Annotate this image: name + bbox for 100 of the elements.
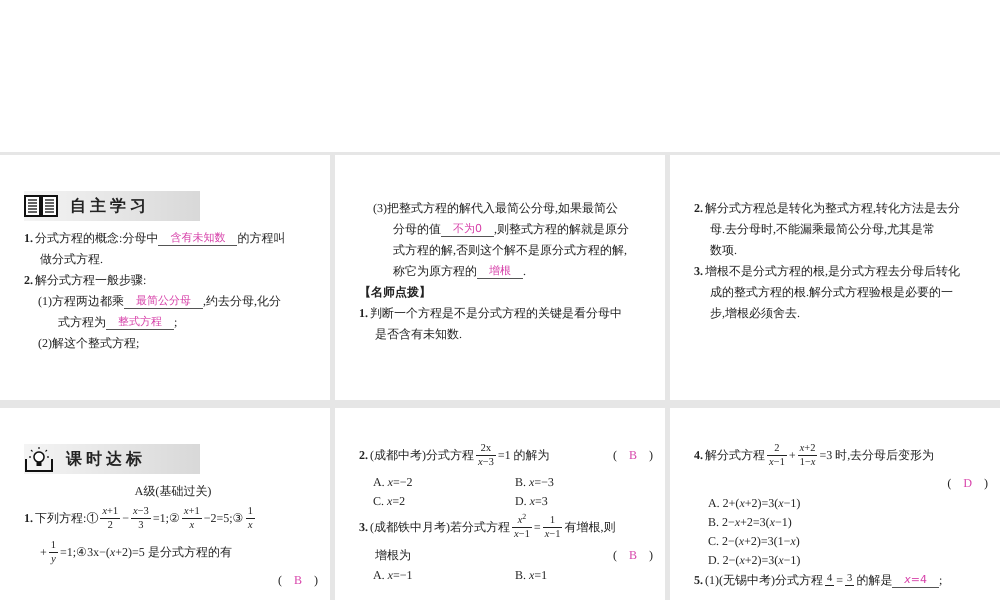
body-text: 解分式方程一般步骤:	[35, 272, 146, 288]
answer-letter: B	[628, 546, 638, 564]
body-text: (1)(无锡中考)分式方程	[705, 572, 823, 588]
body-text: 数项.	[710, 242, 737, 258]
body-text: 做分式方程.	[40, 250, 103, 268]
answer-blank: 含有未知数	[158, 230, 238, 246]
item-number: 1.	[24, 510, 33, 527]
body-text: =3 时,去分母后变形为	[819, 447, 934, 464]
option-text: B. x=−3	[515, 474, 555, 490]
item-number: 4.	[694, 447, 703, 464]
fraction: x+2 1−x	[798, 442, 818, 468]
body-text: 的解是	[856, 572, 892, 588]
answer-blank: 不为0	[441, 220, 494, 236]
item-number: 1.	[359, 304, 368, 322]
body-text: 称它为原方程的	[393, 262, 477, 280]
section-label: 【名师点拨】	[359, 284, 431, 300]
item-number: 1.	[24, 230, 33, 246]
body-text: (成都中考)分式方程	[370, 447, 474, 464]
fraction: x−3 3	[130, 504, 151, 532]
fraction: 1 x	[246, 504, 255, 532]
body-text: −	[122, 510, 129, 527]
body-text: ;	[174, 314, 178, 330]
body-text: −2=5;③	[204, 510, 244, 527]
fraction: 1 x−1	[542, 514, 562, 540]
section-title: 自主学习	[69, 195, 150, 217]
body-text: 成的整式方程的根.解分式方程验根是必要的一	[710, 284, 953, 300]
item-number: 3.	[359, 519, 368, 536]
body-text: +	[788, 447, 796, 464]
body-text: 判断一个方程是不是分式方程的关键是看分母中	[370, 304, 622, 322]
slide-thumbnail[interactable]: (3)把整式方程的解代入最简公分母,如果最简公 分母的值 不为0 ,则整式方程的解就是原分 式方程的解,否则这个解不是原分式方程的解, 称它为原方程的 增根 . 【名师点拨】 1. 判断一个方程是不是分式方程的关键是看分母中 是否含有未知数.	[335, 155, 665, 400]
item-number: 2.	[359, 447, 368, 464]
body-text: (	[947, 474, 952, 492]
body-text: 步,增根必须舍去.	[710, 304, 800, 322]
answer-letter: B	[628, 447, 638, 464]
body-text: 增根不是分式方程的根,是分式方程去分母后转化	[705, 262, 960, 280]
body-text: 增根为	[375, 546, 411, 564]
body-text: =	[836, 572, 844, 588]
fraction: 4	[824, 572, 834, 588]
item-number: 2.	[24, 272, 33, 288]
fraction: 1 y	[48, 538, 58, 566]
body-text: 的方程叫	[237, 230, 286, 246]
body-text: (3)把整式方程的解代入最简公分母,如果最简公	[373, 200, 618, 216]
body-text: A级(基础过关)	[134, 482, 212, 500]
option-text: B. 2−x+2=3(x−1)	[708, 514, 793, 530]
option-text: D. x=3	[515, 492, 549, 510]
body-text: ,则整式方程的解就是原分	[494, 220, 629, 238]
fraction: 2 x−1	[767, 442, 787, 468]
body-text: =1;②	[152, 510, 180, 527]
body-text: (	[278, 572, 282, 588]
body-text: )	[649, 546, 653, 564]
item-number: 2.	[694, 200, 703, 216]
fraction: x+1 x	[182, 504, 202, 532]
item-number: 3.	[694, 262, 703, 280]
option-text: A. x=−2	[373, 474, 414, 490]
body-text: )	[984, 474, 988, 492]
option-text: D. 2−(x+2)=3(x−1)	[708, 552, 802, 568]
book-icon	[24, 195, 58, 217]
body-text: 解分式方程	[705, 447, 765, 464]
slide-thumbnail[interactable]: 2. 解分式方程总是转化为整式方程,转化方法是去分 母.去分母时,不能漏乘最简公分母,尤其是常 数项. 3. 增根不是分式方程的根,是分式方程去分母后转化 成的整式方程的根.解分式方程验根是必要的一 步,增根必须舍去.	[670, 155, 1000, 400]
answer-letter: B	[292, 572, 303, 588]
body-text: (	[612, 546, 617, 564]
fraction: x+1 2	[100, 504, 120, 532]
body-text: 式方程的解,否则这个解不是原分式方程的解,	[393, 242, 627, 258]
body-text: 下列方程:①	[35, 510, 98, 527]
slide-thumbnail[interactable]: 2. (成都中考)分式方程 2x x−3 =1 的解为 ( B ) A. x=−2 B. x=−3 C. x=2 D. x=3 3. (成都铁中月考)若分式方程 x$^{2}$ x−1 = 1 x−1 有增根,则 增根为 ( B ) A. x=−1 B. x=1	[335, 408, 665, 600]
body-text: ,约去分母,化分	[203, 292, 281, 310]
answer-blank: x=4	[892, 572, 939, 588]
body-text: =1 的解为	[498, 447, 550, 464]
body-text: (成都铁中月考)若分式方程	[370, 519, 510, 536]
body-text: 解分式方程总是转化为整式方程,转化方法是去分	[705, 200, 960, 216]
body-text: (	[612, 447, 617, 464]
body-text: )	[649, 447, 653, 464]
fraction: 3	[845, 572, 854, 588]
answer-blank: 最简公分母	[124, 292, 203, 308]
body-text: 是否含有未知数.	[375, 326, 462, 342]
body-text: 分式方程的概念:分母中	[35, 230, 158, 246]
item-number: 5.	[694, 572, 703, 588]
body-text: 分母的值	[393, 220, 441, 238]
option-text: A. 2+(x+2)=3(x−1)	[708, 494, 802, 512]
body-text: (1)方程两边都乘	[38, 292, 124, 310]
body-text: ;	[939, 572, 942, 588]
slide-thumbnail[interactable]: 自主学习 1. 分式方程的概念:分母中 含有未知数 的方程叫 做分式方程. 2. 解分式方程一般步骤: (1)方程两边都乘 最简公分母 ,约去分母,化分 式方程为 整式方程 ; (2)解这个整式方程;	[0, 155, 330, 400]
body-text: 有增根,则	[564, 519, 616, 536]
body-text: 母.去分母时,不能漏乘最简公分母,尤其是常	[710, 220, 935, 238]
body-text: =1;④3x−(x+2)=5 是分式方程的有	[60, 544, 232, 561]
option-text: B. x=1	[515, 566, 548, 584]
body-text: (2)解这个整式方程;	[38, 334, 140, 352]
answer-letter: D	[962, 474, 973, 492]
option-text: C. x=2	[373, 492, 406, 510]
option-text: C. 2−(x+2)=3(1−x)	[708, 532, 801, 550]
body-text: 式方程为	[58, 314, 106, 330]
answer-blank: 整式方程	[106, 314, 174, 330]
body-text: .	[523, 262, 526, 280]
body-text: =	[534, 519, 541, 536]
body-text: )	[314, 572, 318, 588]
fraction: x$^{2}$ x−1	[512, 514, 532, 540]
section-title: 课时达标	[64, 448, 146, 470]
body-text: +	[40, 544, 47, 561]
fraction: 2x x−3	[476, 442, 496, 468]
option-text: A. x=−1	[373, 566, 414, 584]
